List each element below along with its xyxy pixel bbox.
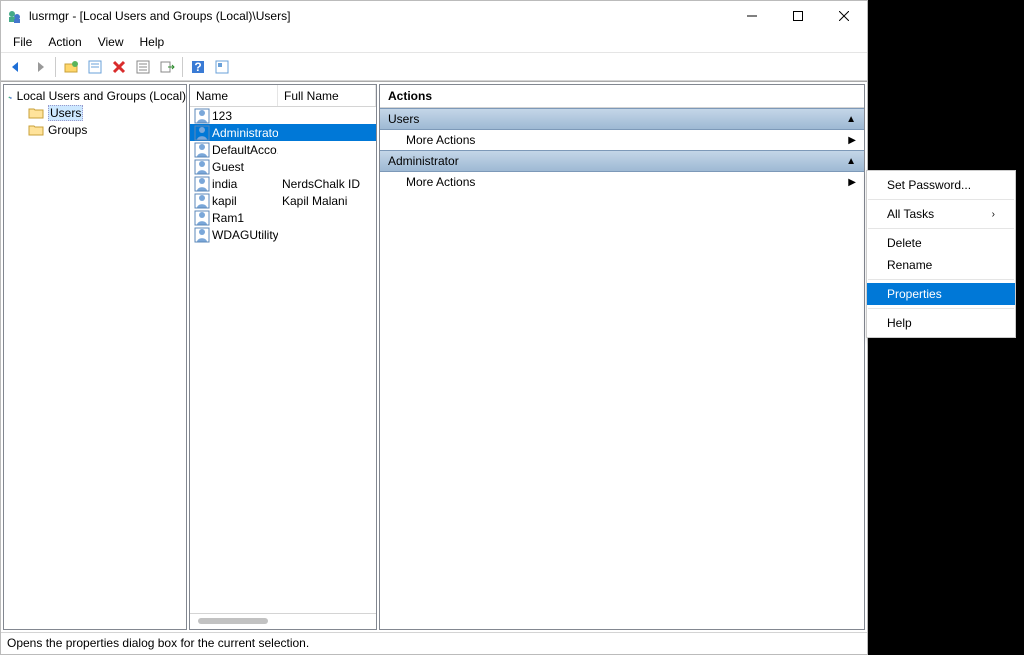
action-more-label: More Actions — [406, 175, 475, 189]
export-button[interactable] — [156, 56, 178, 78]
user-icon — [194, 193, 210, 209]
titlebar: lusrmgr - [Local Users and Groups (Local… — [1, 1, 867, 31]
toolbar-separator — [55, 57, 56, 77]
user-name: Administrator — [212, 126, 278, 140]
user-icon — [194, 125, 210, 141]
user-fullname: NerdsChalk ID — [278, 177, 376, 191]
action-more-label: More Actions — [406, 133, 475, 147]
list-row[interactable]: 123 — [190, 107, 376, 124]
cm-separator — [868, 228, 1014, 229]
cm-separator — [868, 199, 1014, 200]
menu-help[interactable]: Help — [132, 33, 173, 51]
user-icon — [194, 159, 210, 175]
new-folder-button[interactable] — [60, 56, 82, 78]
delete-button[interactable] — [108, 56, 130, 78]
user-icon — [194, 210, 210, 226]
user-name: india — [212, 177, 237, 191]
list-body: 123AdministratorDefaultAcco...Guestindia… — [190, 107, 376, 613]
column-name[interactable]: Name — [190, 85, 278, 106]
window-title: lusrmgr - [Local Users and Groups (Local… — [29, 9, 729, 23]
menu-action[interactable]: Action — [40, 33, 89, 51]
user-icon — [194, 142, 210, 158]
user-fullname: Kapil Malani — [278, 194, 376, 208]
list-row[interactable]: DefaultAcco... — [190, 141, 376, 158]
actions-section-users-label: Users — [388, 112, 419, 126]
actions-pane: Actions Users ▲ More Actions ▶ Administr… — [379, 84, 865, 630]
cm-delete[interactable]: Delete — [867, 232, 1015, 254]
refresh-button[interactable] — [211, 56, 233, 78]
users-groups-icon — [8, 89, 13, 103]
user-icon — [194, 227, 210, 243]
app-icon — [7, 8, 23, 24]
horizontal-scrollbar[interactable] — [190, 613, 376, 629]
cm-separator — [868, 279, 1014, 280]
user-name: DefaultAcco... — [212, 143, 278, 157]
tree-groups[interactable]: Groups — [4, 121, 186, 138]
action-more-admin[interactable]: More Actions ▶ — [380, 172, 864, 192]
menu-file[interactable]: File — [5, 33, 40, 51]
cm-all-tasks[interactable]: All Tasks› — [867, 203, 1015, 225]
maximize-button[interactable] — [775, 1, 821, 31]
tree-groups-label: Groups — [48, 123, 87, 137]
folder-icon — [28, 106, 44, 120]
action-more-users[interactable]: More Actions ▶ — [380, 130, 864, 150]
user-icon — [194, 108, 210, 124]
chevron-right-icon: › — [992, 209, 995, 220]
menubar: File Action View Help — [1, 31, 867, 53]
list-row[interactable]: Ram1 — [190, 209, 376, 226]
user-name: WDAGUtility... — [212, 228, 278, 242]
chevron-right-icon: ▶ — [848, 135, 856, 146]
tree-users-label: Users — [48, 105, 83, 121]
actions-section-admin[interactable]: Administrator ▲ — [380, 150, 864, 172]
back-button[interactable] — [5, 56, 27, 78]
list-button[interactable] — [132, 56, 154, 78]
help-button[interactable]: ? — [187, 56, 209, 78]
cm-properties[interactable]: Properties — [867, 283, 1015, 305]
column-fullname[interactable]: Full Name — [278, 85, 376, 106]
actions-title: Actions — [380, 85, 864, 108]
list-row[interactable]: kapil Kapil Malani — [190, 192, 376, 209]
list-pane: Name Full Name 123 Administrator DefaultAc… — [189, 84, 377, 630]
tree-pane: Local Users and Groups (Local) Users Gro… — [3, 84, 187, 630]
chevron-up-icon: ▲ — [846, 114, 856, 125]
actions-section-users[interactable]: Users ▲ — [380, 108, 864, 130]
tree-users[interactable]: Users — [4, 104, 186, 121]
tree-root[interactable]: Local Users and Groups (Local) — [4, 87, 186, 104]
cm-rename[interactable]: Rename — [867, 254, 1015, 276]
actions-section-admin-label: Administrator — [388, 154, 459, 168]
cm-separator — [868, 308, 1014, 309]
properties-button[interactable] — [84, 56, 106, 78]
toolbar-separator — [182, 57, 183, 77]
close-button[interactable] — [821, 1, 867, 31]
main-window: lusrmgr - [Local Users and Groups (Local… — [0, 0, 868, 655]
chevron-up-icon: ▲ — [846, 156, 856, 167]
list-row[interactable]: Administrator — [190, 124, 376, 141]
user-name: kapil — [212, 194, 237, 208]
list-header: Name Full Name — [190, 85, 376, 107]
cm-set-password[interactable]: Set Password... — [867, 174, 1015, 196]
user-name: 123 — [212, 109, 232, 123]
folder-icon — [28, 123, 44, 137]
list-row[interactable]: india NerdsChalk ID — [190, 175, 376, 192]
statusbar: Opens the properties dialog box for the … — [1, 632, 867, 654]
menu-view[interactable]: View — [90, 33, 132, 51]
minimize-button[interactable] — [729, 1, 775, 31]
user-name: Guest — [212, 160, 244, 174]
forward-button[interactable] — [29, 56, 51, 78]
svg-text:?: ? — [194, 60, 201, 74]
content-panes: Local Users and Groups (Local) Users Gro… — [1, 81, 867, 632]
toolbar: ? — [1, 53, 867, 81]
tree-root-label: Local Users and Groups (Local) — [17, 89, 186, 103]
chevron-right-icon: ▶ — [848, 177, 856, 188]
cm-help[interactable]: Help — [867, 312, 1015, 334]
user-name: Ram1 — [212, 211, 244, 225]
user-icon — [194, 176, 210, 192]
list-row[interactable]: WDAGUtility... — [190, 226, 376, 243]
context-menu: Set Password... All Tasks› Delete Rename… — [866, 170, 1016, 338]
list-row[interactable]: Guest — [190, 158, 376, 175]
